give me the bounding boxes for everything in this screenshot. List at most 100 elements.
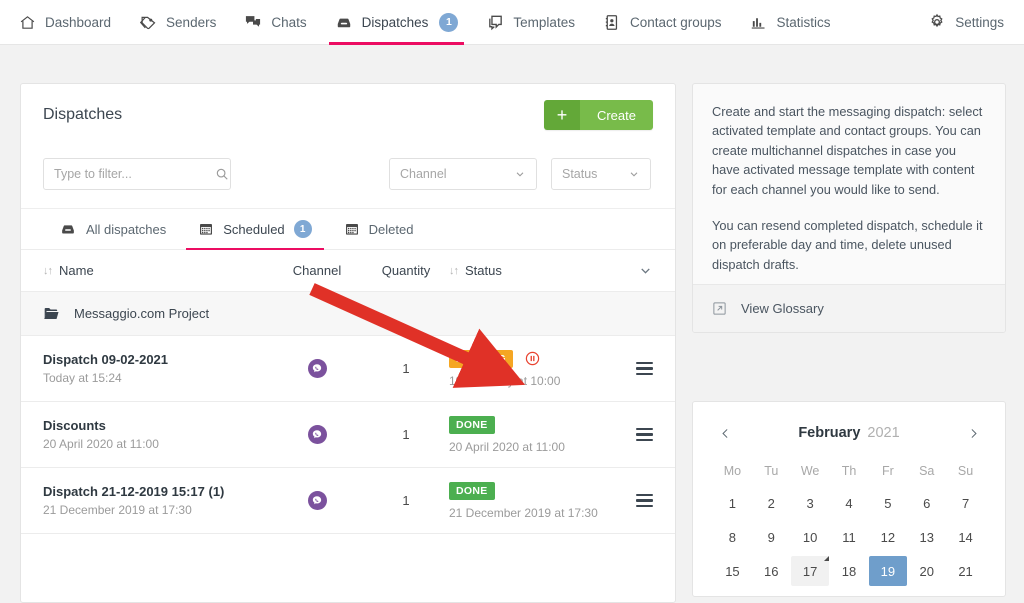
column-header-options[interactable]: [599, 263, 653, 278]
nav-item-contact-groups[interactable]: Contact groups: [589, 0, 736, 45]
calendar-day[interactable]: 18: [830, 554, 869, 588]
status-badge: DONE: [449, 481, 495, 500]
row-menu-icon[interactable]: [636, 361, 653, 376]
table-row[interactable]: Dispatch 21-12-2019 15:17 (1) 21 Decembe…: [21, 468, 675, 534]
calendar-day[interactable]: 10: [791, 520, 830, 554]
calendar-day[interactable]: 13: [907, 520, 946, 554]
row-channel-cell: [271, 425, 363, 444]
home-icon: [18, 13, 36, 31]
row-subtitle: Today at 15:24: [43, 371, 122, 385]
calendar-weekday: Fr: [881, 464, 894, 478]
nav-item-dashboard[interactable]: Dashboard: [0, 0, 125, 45]
nav-badge-dispatches: 1: [439, 12, 459, 32]
calendar-prev-month-button[interactable]: [713, 421, 737, 445]
calendar-weekday: Sa: [919, 464, 935, 478]
row-status-line: DONE: [449, 481, 599, 500]
calendar-day[interactable]: 8: [713, 520, 752, 554]
column-header-name[interactable]: ↓↑ Name: [43, 263, 271, 278]
calendar-day-label: 2: [767, 495, 775, 511]
row-menu-icon[interactable]: [636, 493, 653, 508]
row-name-cell: Dispatch 21-12-2019 15:17 (1) 21 Decembe…: [43, 484, 271, 517]
status-select-label: Status: [562, 167, 598, 181]
calendar-day-selected[interactable]: 19: [868, 554, 907, 588]
calendar-weekday: We: [800, 464, 820, 478]
nav-item-dispatches[interactable]: Dispatches 1: [321, 0, 473, 45]
nav-item-chats[interactable]: Chats: [230, 0, 320, 45]
row-status-cell: DONE 20 April 2020 at 11:00: [449, 415, 599, 454]
create-dispatch-button[interactable]: + Create: [543, 100, 653, 130]
table-row[interactable]: Dispatch 09-02-2021 Today at 15:24 1 PEN…: [21, 336, 675, 402]
chat-icon: [244, 13, 262, 31]
calendar-day[interactable]: 21: [946, 554, 985, 588]
row-options-cell[interactable]: [599, 493, 653, 508]
calendar-icon: [198, 221, 214, 237]
column-label-name: Name: [59, 263, 94, 278]
calendar-day[interactable]: 14: [946, 520, 985, 554]
calendar-day-label: 7: [961, 495, 970, 511]
row-channel-cell: [271, 359, 363, 378]
calendar-day[interactable]: 2: [752, 486, 791, 520]
column-header-quantity: Quantity: [363, 263, 449, 278]
row-status-cell: PENDING 19 February at 10:00: [449, 349, 599, 388]
nav-items: Dashboard Senders Chats Dispatches 1 Tem…: [0, 0, 845, 45]
row-name-cell: Discounts 20 April 2020 at 11:00: [43, 418, 271, 451]
calendar-weekday: Th: [841, 464, 857, 478]
page-content: Dispatches + Create Channel: [0, 45, 1024, 603]
calendar-day-label: 5: [884, 495, 892, 511]
row-status-time: 21 December 2019 at 17:30: [449, 505, 598, 520]
table-row[interactable]: Discounts 20 April 2020 at 11:00 1 DONE …: [21, 402, 675, 468]
row-options-cell[interactable]: [599, 361, 653, 376]
calendar-day[interactable]: 9: [752, 520, 791, 554]
row-name: Dispatch 09-02-2021: [43, 352, 169, 367]
info-paragraph-1: Create and start the messaging dispatch:…: [712, 104, 983, 197]
calendar-icon: [344, 221, 360, 237]
calendar-day[interactable]: 7: [946, 486, 985, 520]
row-status-time: 19 February at 10:00: [449, 373, 561, 388]
row-menu-icon[interactable]: [636, 427, 653, 442]
nav-item-senders[interactable]: Senders: [125, 0, 230, 45]
nav-label-senders: Senders: [166, 14, 217, 30]
channel-select-label: Channel: [400, 167, 447, 181]
calendar-day[interactable]: 12: [868, 520, 907, 554]
chevron-down-icon: [514, 168, 526, 180]
pause-dispatch-icon[interactable]: [524, 350, 541, 367]
search-input[interactable]: [54, 167, 215, 181]
nav-item-statistics[interactable]: Statistics: [736, 0, 845, 45]
calendar-day-label: 21: [958, 563, 973, 579]
row-quantity: 1: [402, 493, 410, 508]
tab-all-dispatches[interactable]: All dispatches: [43, 209, 182, 249]
dispatches-panel: Dispatches + Create Channel: [20, 83, 676, 603]
column-header-status[interactable]: ↓↑ Status: [449, 263, 599, 278]
nav-item-templates[interactable]: Templates: [472, 0, 589, 45]
calendar-day[interactable]: 16: [752, 554, 791, 588]
calendar-day-today[interactable]: 17: [791, 554, 830, 588]
calendar-next-month-button[interactable]: [961, 421, 985, 445]
inbox-icon: [335, 13, 353, 31]
viber-icon: [307, 425, 327, 444]
row-status-line: PENDING: [449, 349, 599, 368]
column-label-quantity: Quantity: [381, 263, 431, 278]
calendar-day[interactable]: 4: [830, 486, 869, 520]
calendar-day[interactable]: 15: [713, 554, 752, 588]
tab-scheduled[interactable]: Scheduled 1: [182, 209, 327, 250]
row-status-cell: DONE 21 December 2019 at 17:30: [449, 481, 599, 520]
calendar-day[interactable]: 6: [907, 486, 946, 520]
filters-bar: Channel Status: [21, 146, 675, 208]
calendar-day[interactable]: 3: [791, 486, 830, 520]
project-group-label: Messaggio.com Project: [74, 306, 210, 321]
viber-icon: [307, 491, 327, 510]
project-group-row[interactable]: Messaggio.com Project: [21, 292, 675, 336]
calendar-day[interactable]: 1: [713, 486, 752, 520]
status-badge: PENDING: [449, 349, 513, 368]
view-glossary-link[interactable]: View Glossary: [693, 284, 1005, 332]
row-options-cell[interactable]: [599, 427, 653, 442]
calendar-day[interactable]: 11: [830, 520, 869, 554]
row-quantity: 1: [402, 427, 410, 442]
channel-select[interactable]: Channel: [389, 158, 537, 190]
nav-item-settings[interactable]: Settings: [914, 0, 1024, 45]
status-select[interactable]: Status: [551, 158, 651, 190]
filter-input-wrap[interactable]: [43, 158, 231, 190]
tab-deleted[interactable]: Deleted: [328, 209, 430, 249]
calendar-day[interactable]: 20: [907, 554, 946, 588]
calendar-day[interactable]: 5: [868, 486, 907, 520]
